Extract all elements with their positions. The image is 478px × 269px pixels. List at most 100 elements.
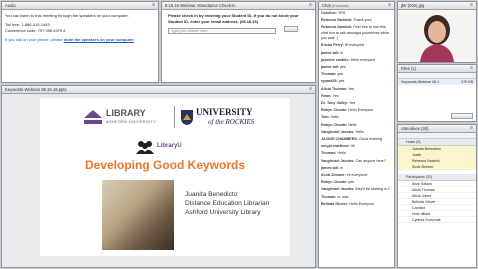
logo-ashford-text: ASHFORD UNIVERSITY	[106, 119, 157, 124]
logo-university-text: UNIVERSITY	[196, 107, 253, 117]
chat-sender: rgoast28:	[321, 79, 338, 84]
chat-text: Hi everyone	[344, 43, 365, 48]
presenter-photo	[398, 10, 476, 62]
chat-sender: JACKIE CHAMBERS:	[321, 137, 359, 142]
presentation-pod: Keywords Webinar 08.16.16.pptx ≡ LIBRARY…	[1, 85, 316, 268]
chat-message: james tall: yes	[321, 65, 392, 70]
chat-sender: james tall:	[321, 165, 340, 170]
chat-message: Alicia Thomas: Yes	[321, 87, 392, 92]
pod-menu-icon[interactable]: ≡	[470, 65, 473, 72]
attendance-instruction: Please check in by entering your Student…	[168, 13, 299, 24]
participants-list: Alice Salaza Alicia Thomas Alicia Jones Bel…	[398, 181, 476, 223]
hosts-group-header[interactable]: Hosts (4)	[398, 139, 476, 146]
chat-sender: Caroline:	[321, 11, 337, 15]
chat-message: Scott Zimmer: Hi everyone!	[321, 173, 392, 178]
chat-text: Yes	[332, 93, 339, 98]
chat-sender: jasmine castillo:	[321, 57, 350, 62]
presenter-name: Juanita Benedicto	[185, 191, 238, 198]
chat-sender: Robyn Choate:	[321, 180, 348, 185]
pod-menu-icon[interactable]: ≡	[152, 2, 155, 9]
chat-text: hi	[340, 165, 343, 170]
chat-title: Chat	[322, 3, 331, 8]
chat-text: Hello Everyone	[349, 201, 375, 206]
chat-message: Vaughnael Jacobs: Hello	[321, 130, 392, 135]
chat-message: Thomas: yes	[321, 72, 392, 77]
chat-sender: Thomas:	[321, 72, 337, 77]
file-row[interactable]: Keywords Webinar 08.1 570 KB	[398, 79, 476, 85]
chat-sender: Dr. Tony Valley:	[321, 101, 349, 106]
slide-stage: LIBRARY ASHFORD UNIVERSITY UNIVERSITY of…	[40, 98, 290, 256]
attendees-title: Attendees	[401, 126, 420, 131]
chat-message: JACKIE CHAMBERS: Good evening	[321, 137, 392, 142]
webcam-title: jbt/ (002).jpg	[401, 3, 425, 8]
libraryu-label: LibraryU	[157, 143, 182, 149]
attendees-count: (38)	[421, 126, 429, 131]
download-button[interactable]	[451, 113, 473, 119]
attendees-pod: Attendees (38) ≡ Hosts (4) Juanita Bened…	[397, 124, 477, 268]
chat-message: Dr. Tony Valley: Yes	[321, 101, 392, 106]
chat-message: Belinda Glover: Hello Everyone	[321, 202, 392, 207]
answer-input[interactable]: Type your answer here	[168, 28, 276, 35]
chat-message: rgoast28: yes	[321, 79, 392, 84]
chat-text: yes	[337, 72, 344, 77]
pod-menu-icon[interactable]: ≡	[470, 125, 473, 132]
logo-divider	[174, 106, 175, 128]
chat-pod: Chat (Everyone) ≡ Caroline: YES Rebecca N…	[318, 1, 395, 268]
chat-message: Vaughnael Jacobs: they'll be starting in…	[321, 187, 392, 192]
pod-menu-icon[interactable]: ≡	[470, 2, 473, 9]
participants-group-header[interactable]: Participants (32)	[398, 174, 476, 181]
chat-text: yes	[340, 65, 346, 70]
chat-message: Rebecca Nowicki: Thank you!	[321, 18, 392, 23]
chat-message: Thomas: Hello	[321, 151, 392, 156]
pod-header: Keywords Webinar 08.16.16.pptx ≡	[2, 86, 315, 94]
pod-menu-icon[interactable]: ≡	[309, 2, 312, 9]
chat-message: Fawn: Yes	[321, 94, 392, 99]
chat-sender: sergio martinez:	[321, 144, 350, 149]
webcam-pod: jbt/ (002).jpg ≡	[397, 1, 477, 63]
phone-note: If you call on your phone, please mute t…	[5, 37, 155, 43]
pod-header: Files (1) ≡	[398, 65, 476, 73]
chat-sender: Tom:	[321, 115, 330, 120]
chat-text: Thank you!	[353, 18, 372, 23]
chat-message: Robyn Choate: Hello Everyone	[321, 108, 392, 113]
file-name: Keywords Webinar 08.1	[401, 80, 440, 84]
pod-header: Audio ≡	[2, 2, 158, 10]
chat-sender: Robyn Choate:	[321, 108, 348, 113]
chat-text: YES	[337, 11, 346, 15]
chat-sender: Fawn:	[321, 93, 332, 98]
chat-text: yes	[338, 79, 345, 84]
submit-answer-button[interactable]	[284, 26, 298, 32]
phone-note-prefix: If you call on your phone, please	[5, 36, 63, 42]
presenter-org: Ashford University Library	[185, 209, 261, 216]
rockies-crest-icon	[181, 110, 193, 125]
chat-text: Hello	[348, 122, 357, 127]
chat-text: Can anyone hear?	[355, 158, 386, 163]
chat-text: Hello everyone	[350, 57, 376, 62]
chat-sender: Thomas:	[321, 151, 337, 156]
chat-messages: Caroline: YES Rebecca Nowicki: Thank you!…	[319, 10, 394, 210]
chat-sender: Vaughnael Jacobs:	[321, 158, 355, 163]
participant-row[interactable]: Cynthia Grusznak	[398, 217, 476, 223]
chat-message: Caroline: YES	[321, 11, 392, 16]
tollfree-number: Toll free: 1-866-410-1443	[5, 21, 50, 27]
chat-message: james tall: hi	[321, 51, 392, 56]
chat-text: Good evening	[359, 137, 383, 142]
pod-menu-icon[interactable]: ≡	[388, 2, 391, 9]
chat-text: Hi everyone!	[346, 173, 368, 178]
pod-menu-icon[interactable]: ≡	[309, 86, 312, 93]
chat-scope[interactable]: (Everyone)	[332, 4, 349, 8]
files-title: Files	[401, 66, 410, 71]
mute-speakers-link[interactable]: mute the speakers on your computer	[64, 37, 134, 42]
chat-sender: Belinda Glover:	[321, 201, 349, 206]
chat-message: james tall: hi	[321, 166, 392, 171]
pod-header: Attendees (38) ≡	[398, 125, 476, 133]
chat-text: yes	[348, 180, 355, 185]
conference-code: Conference code: 797 096 6375 #	[5, 28, 66, 34]
audio-pod: Audio ≡ You can listen to this meeting t…	[1, 1, 159, 83]
chat-text: they'll be starting in 1	[355, 187, 390, 192]
chat-sender: Vaughnael Jacobs:	[321, 129, 355, 134]
chat-sender: Alicia Thomas:	[321, 86, 348, 91]
chat-message: sergio martinez: Hi!	[321, 144, 392, 149]
logo-rockies-text: of the ROCKIES	[208, 118, 255, 126]
chat-message: Thomas: or now	[321, 195, 392, 200]
